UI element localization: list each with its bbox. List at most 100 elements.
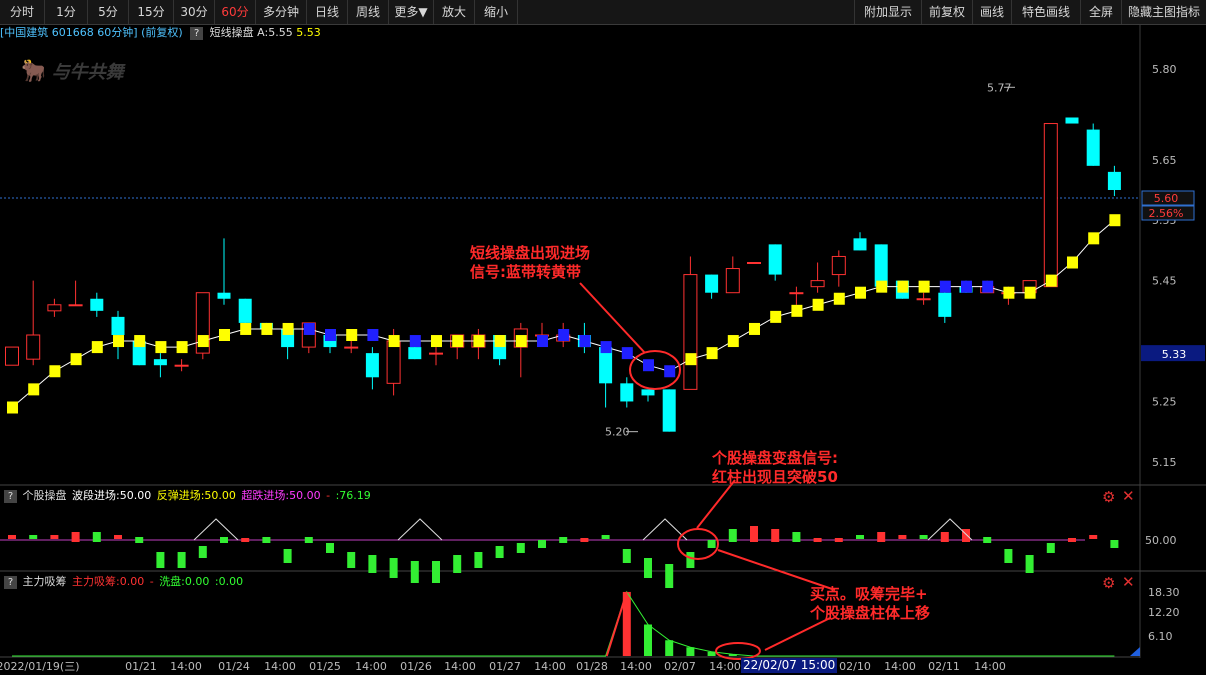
ma-marker [431,335,442,348]
pane2-bar [1004,549,1013,563]
pane2-bar [1025,555,1034,573]
ma-marker [515,335,527,348]
pane2-bar [580,538,589,542]
ma-marker [770,310,782,323]
pane2-bar [919,535,928,539]
candle-body [1043,123,1058,288]
ma-marker [219,329,230,341]
x-axis-label: 01/25 [309,660,341,673]
ma-marker [939,280,951,293]
ma-marker [812,298,824,311]
ma-marker [1024,286,1036,299]
pane2-bar [177,552,186,568]
gear-icon[interactable]: ⚙ [1102,574,1115,592]
selected-date-label: 22/02/07 15:00 [741,658,838,673]
x-axis-label: 14:00 [170,660,202,673]
ma-marker [1003,286,1015,299]
help-icon[interactable]: ? [4,575,17,589]
candle-body [1107,171,1121,190]
pane2-bar [368,555,377,573]
ma-marker [240,322,252,335]
candle-body [111,316,125,335]
pane3-axis-label: 6.10 [1148,630,1173,643]
ma-marker [537,335,548,348]
close-icon[interactable]: ✕ [1122,487,1135,505]
pane2-bar [50,535,59,539]
ma-marker [706,347,718,360]
candle-body [641,389,655,396]
pane2-bar [495,546,504,558]
close-icon[interactable]: ✕ [1122,573,1135,591]
candle-body [938,292,952,317]
ma-marker [1109,214,1121,227]
price-tick-label: 5.80 [1152,63,1177,76]
pane2-bar [474,552,483,568]
pane2-bar [262,537,271,543]
annotation-arrow [717,549,836,591]
candle-body [831,255,846,276]
x-axis-label: 01/21 [125,660,157,673]
legend-value: :76.19 [335,489,371,502]
price-tick-label: 5.65 [1152,154,1177,167]
x-axis-label: 14:00 [884,660,916,673]
pane-xichou-header: ? 主力吸筹 主力吸筹:0.00 - 洗盘:0.00 :0.00 [0,574,245,589]
candle-body [26,334,41,360]
pane3-axis-label: 18.30 [1148,586,1180,599]
help-icon[interactable]: ? [4,489,17,503]
x-axis-label: 01/28 [576,660,608,673]
x-axis-label: 02/11 [928,660,960,673]
x-axis-label: 14:00 [534,660,566,673]
pane2-bar [559,537,568,543]
ma-marker [664,365,676,378]
legend-chaodie: 超跌进场:50.00 [241,489,321,502]
low-price-label: 5.20 [605,426,630,439]
candle-body [620,383,634,402]
pane2-bar [856,535,864,539]
candle-body [386,340,401,384]
pane3-line [12,590,1115,657]
ma-marker [749,322,760,335]
pane2-bar [728,529,737,542]
ma-marker [685,353,697,366]
annotation-change-signal: 个股操盘变盘信号: 红柱出现且突破50 [712,449,838,486]
ma-marker [7,401,18,414]
pane2-bar [453,555,462,573]
ma-marker [791,304,803,317]
pane2-bar [198,546,207,558]
candle-body [853,238,867,251]
ma-marker [558,329,570,341]
pane2-bar [283,549,292,563]
pane2-bar [622,549,631,563]
pane2-bar [771,529,780,542]
pane2-bar [29,535,38,539]
pane3-bar [686,647,695,656]
pane2-bar [834,538,843,542]
ma-marker [727,335,739,348]
legend-value: :0.00 [214,575,244,588]
ma-marker [833,292,845,305]
pane2-bar [1046,543,1055,553]
ma-marker [282,322,294,335]
pane-name[interactable]: 主力吸筹 [23,575,67,588]
pane2-bar [1089,535,1098,539]
ma-marker [1045,274,1057,287]
pane2-bar [389,558,398,578]
gear-icon[interactable]: ⚙ [1102,488,1115,506]
ma-marker [897,280,909,293]
ma-marker [261,322,273,335]
ma-marker [197,335,209,348]
candle-body [810,280,825,288]
ma-marker [346,329,358,341]
pane2-bar [304,537,313,543]
pane2-bar [1110,540,1119,548]
ma-marker [176,341,188,354]
candle-body [68,304,83,307]
legend-dash: - [149,575,154,588]
ma-marker [325,329,336,341]
ma-marker [367,329,379,341]
pane3-bar [644,624,652,656]
pane2-axis-label: 50.00 [1145,534,1177,547]
pane2-bar [71,532,80,542]
pane-name[interactable]: 个股操盘 [23,489,67,502]
candle-body [874,244,888,287]
